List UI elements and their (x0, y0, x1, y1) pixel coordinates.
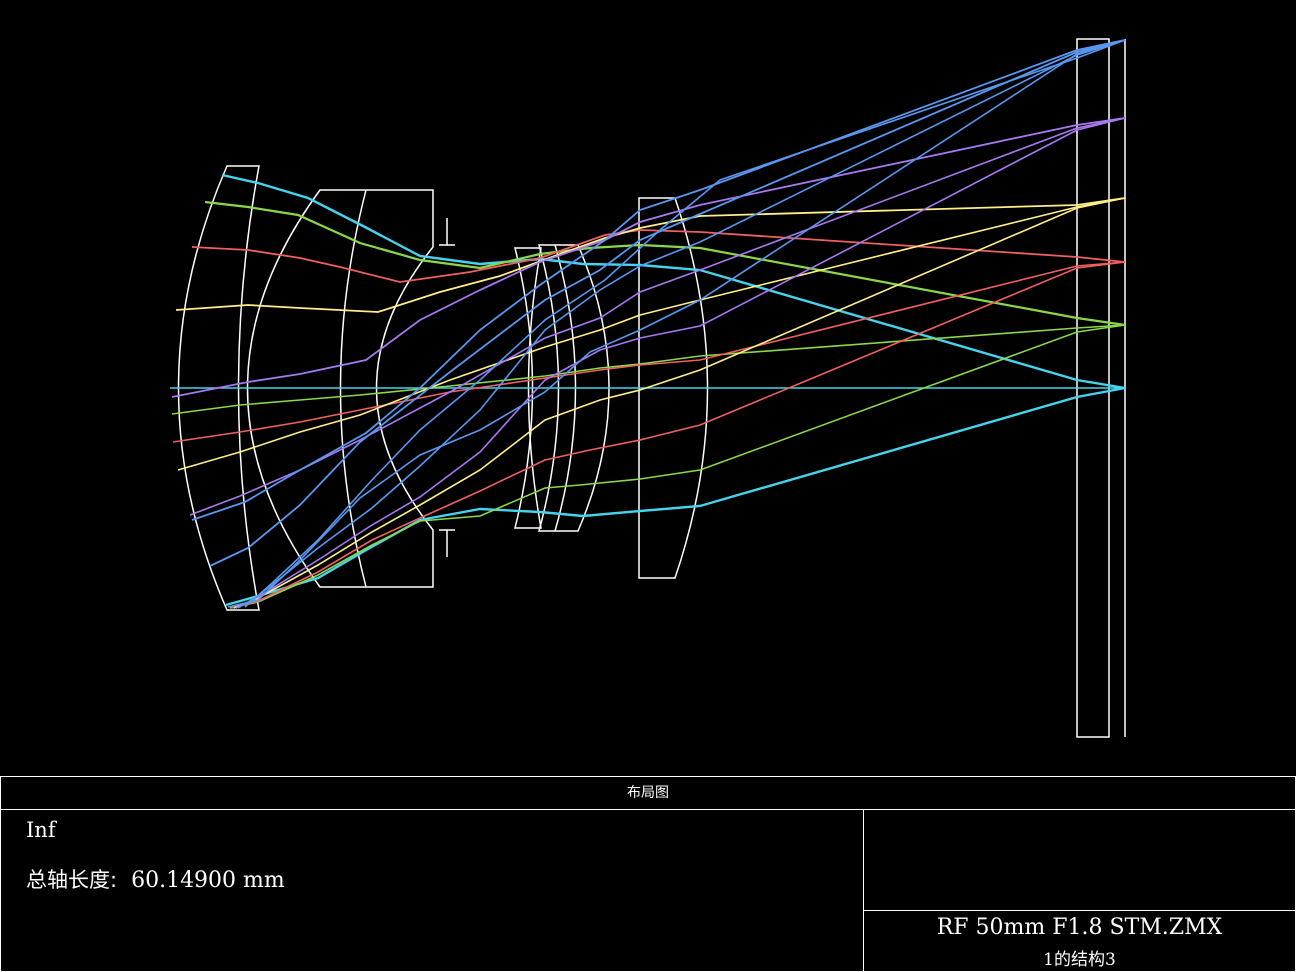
axis-length-label: 总轴长度: (26, 868, 118, 892)
field-label: Inf (26, 818, 56, 842)
axis-length-row: 总轴长度: 60.14900 mm (26, 864, 285, 894)
ray-field-6-low (227, 39, 1126, 608)
aperture-stop-bottom (439, 529, 455, 557)
aperture-stop-top (439, 218, 455, 246)
ray-field-6-bottom (237, 39, 1126, 609)
axis-length-value: 60.14900 mm (131, 868, 285, 893)
ray-fans (170, 39, 1126, 609)
info-left-cell: Inf 总轴长度: 60.14900 mm (1, 810, 864, 971)
lens-layout-diagram (170, 38, 1126, 738)
info-panel: 布局图 Inf 总轴长度: 60.14900 mm RF 50mm F1.8 ST… (0, 776, 1296, 972)
info-right-bottom-cell: RF 50mm F1.8 STM.ZMX 1的结构3 (864, 911, 1295, 971)
ray-field-3-top (191, 229, 1126, 283)
ray-field-4-top (175, 197, 1126, 313)
file-name: RF 50mm F1.8 STM.ZMX (936, 915, 1223, 940)
ray-field-5-top (171, 117, 1126, 398)
ray-field-2-mid (171, 324, 1126, 415)
ray-field-6-top (191, 39, 1126, 521)
configuration-label: 1的结构3 (1043, 950, 1116, 970)
ray-field-2-top (204, 200, 1126, 327)
ray-field-2-bottom (229, 324, 1126, 609)
layout-title: 布局图 (1, 777, 1295, 810)
info-right-top-cell (864, 810, 1295, 911)
ray-field-3-bottom (231, 261, 1126, 609)
ray-field-4-bottom (233, 197, 1126, 609)
